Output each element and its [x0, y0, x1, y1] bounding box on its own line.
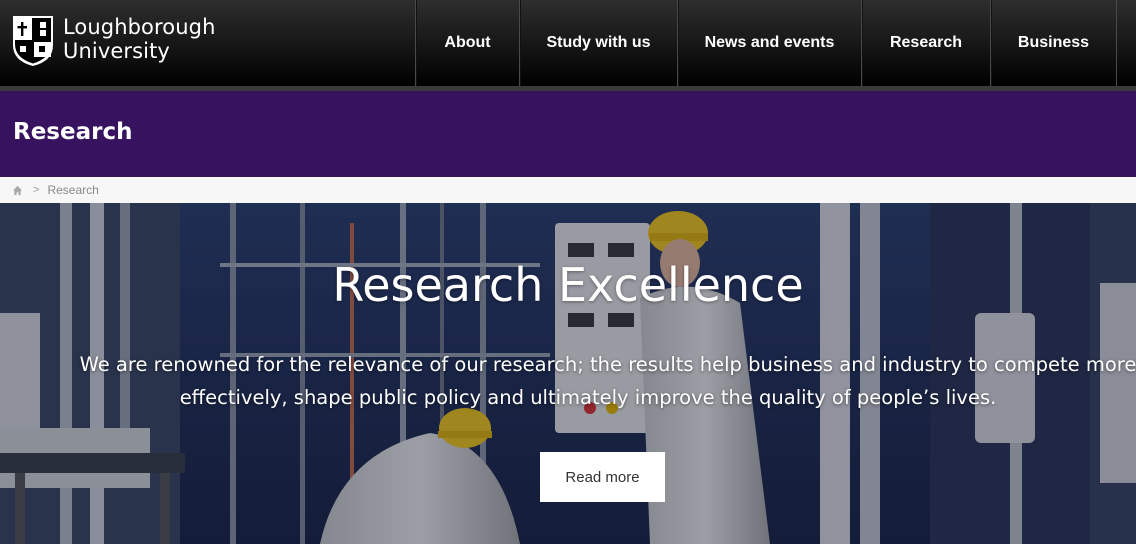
logo-line-1: Loughborough	[63, 15, 216, 39]
read-more-button[interactable]: Read more	[540, 452, 665, 502]
page-title: Research	[13, 119, 133, 145]
hero-section: Research Excellence We are renowned for …	[0, 203, 1136, 544]
breadcrumb-current: Research	[47, 183, 99, 197]
site-header: Loughborough University About Study with…	[0, 0, 1136, 86]
nav-item-business[interactable]: Business	[990, 0, 1117, 86]
nav-item-about[interactable]: About	[415, 0, 519, 86]
hero-description-line-1: We are renowned for the relevance of our…	[79, 353, 1136, 376]
nav-item-study-with-us[interactable]: Study with us	[519, 0, 677, 86]
logo-wordmark: Loughborough University	[63, 15, 215, 63]
breadcrumb-separator: >	[33, 184, 40, 196]
page-banner: Research	[0, 91, 1136, 177]
home-icon[interactable]	[12, 185, 23, 196]
nav-item-news-and-events[interactable]: News and events	[677, 0, 861, 86]
university-crest-icon	[13, 16, 53, 66]
hero-description-line-2: effectively, shape public policy and ult…	[179, 386, 997, 409]
logo-line-2: University	[63, 39, 170, 63]
nav-item-research[interactable]: Research	[861, 0, 990, 86]
hero-description: We are renowned for the relevance of our…	[40, 348, 1136, 414]
breadcrumb: > Research	[0, 177, 1136, 203]
hero-title: Research Excellence	[332, 258, 804, 312]
university-logo[interactable]: Loughborough University	[12, 15, 215, 67]
main-nav: About Study with us News and events Rese…	[415, 0, 1117, 86]
